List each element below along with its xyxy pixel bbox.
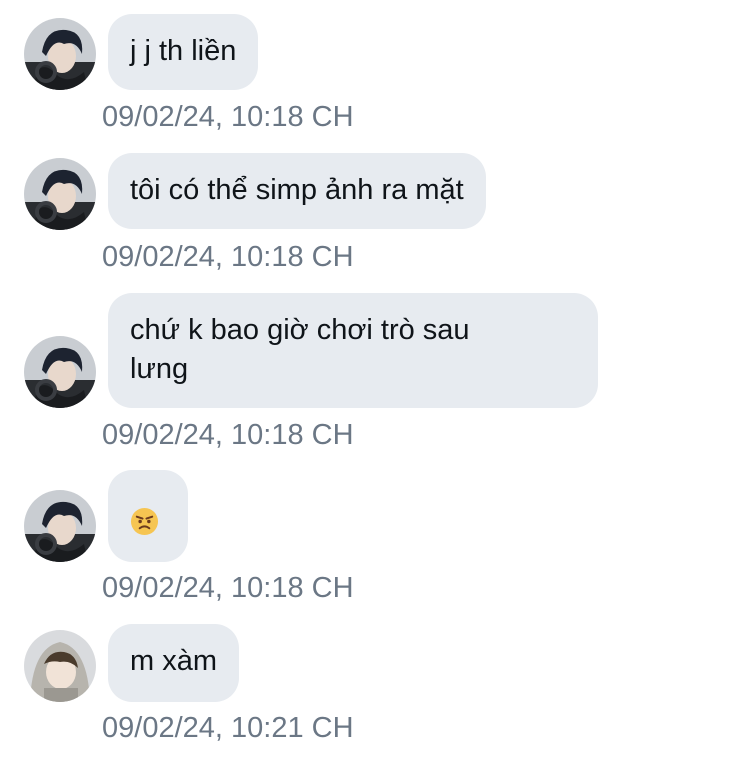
message-bubble[interactable]: j j th liền: [108, 14, 259, 90]
angry-face-icon: [130, 507, 159, 536]
avatar-image: [24, 630, 96, 702]
avatar-image: [24, 18, 96, 90]
avatar-light-hoodie[interactable]: [24, 630, 96, 702]
avatar-dark-hair[interactable]: [24, 158, 96, 230]
message-timestamp: 09/02/24, 10:18 CH: [102, 572, 354, 604]
avatar-image: [24, 336, 96, 408]
message-timestamp: 09/02/24, 10:18 CH: [102, 419, 354, 451]
avatar-image: [24, 158, 96, 230]
message-timestamp: 09/02/24, 10:18 CH: [102, 101, 354, 133]
avatar-dark-hair[interactable]: [24, 336, 96, 408]
message-timestamp: 09/02/24, 10:21 CH: [102, 712, 354, 744]
message-bubble[interactable]: m xàm: [108, 624, 239, 702]
avatar-dark-hair[interactable]: [24, 490, 96, 562]
message-bubble[interactable]: chứ k bao giờ chơi trò sau lưng: [108, 293, 598, 408]
message-timestamp: 09/02/24, 10:18 CH: [102, 241, 354, 273]
message-bubble[interactable]: [108, 470, 188, 562]
message-bubble[interactable]: tôi có thể simp ảnh ra mặt: [108, 153, 486, 229]
avatar-dark-hair[interactable]: [24, 18, 96, 90]
avatar-image: [24, 490, 96, 562]
